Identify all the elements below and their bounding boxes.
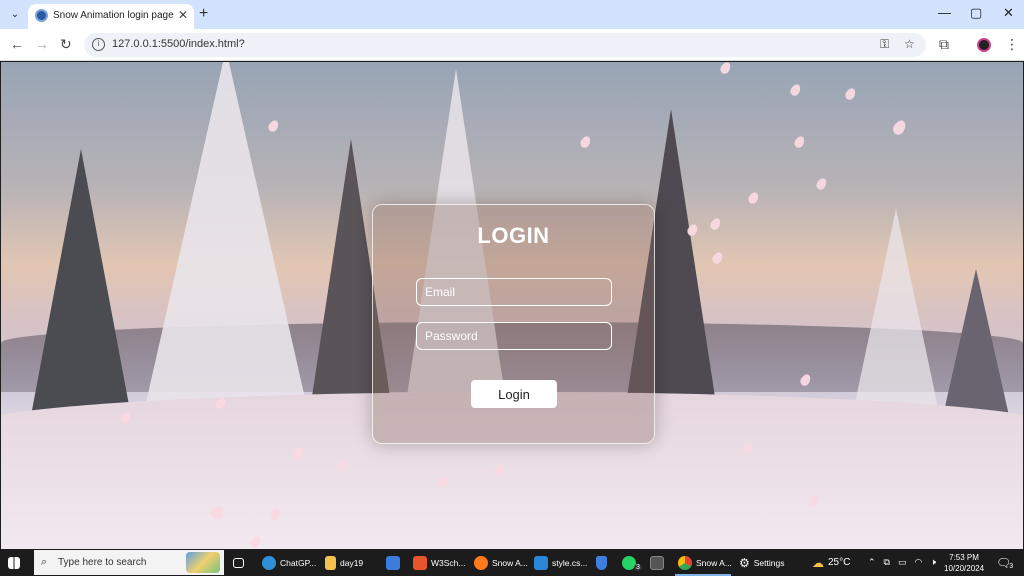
clock-date: 10/20/2024 [944, 564, 985, 573]
windows-logo-icon [8, 556, 20, 569]
falling-petal [578, 134, 593, 150]
whatsapp-badge: 3 [634, 564, 642, 571]
page-viewport: LOGIN Login [1, 62, 1023, 549]
clock-time: 7:53 PM [949, 553, 979, 562]
falling-petal [746, 190, 761, 206]
close-window-button[interactable]: ✕ [1003, 5, 1014, 21]
browser-menu-icon[interactable]: ⋮ [1005, 36, 1019, 53]
taskbar-app-chrome[interactable]: Snow A... [678, 549, 732, 576]
network-icon[interactable]: ⧉ [884, 557, 890, 568]
extensions-icon[interactable]: ⧉ [939, 36, 949, 53]
search-icon: ⌕ [41, 556, 48, 568]
taskbar-clock[interactable]: 7:53 PM 10/20/2024 [944, 552, 984, 574]
minimize-button[interactable]: — [938, 5, 951, 20]
site-info-icon[interactable]: i [92, 38, 105, 51]
brave-icon [413, 555, 427, 570]
system-tray[interactable]: ⌃ ⧉ ▭ ◠ 🕨 [868, 549, 936, 576]
start-button[interactable] [8, 549, 20, 576]
taskbar-app-label: day19 [340, 557, 364, 568]
url-text: 127.0.0.1:5500/index.html? [112, 38, 245, 50]
login-title: LOGIN [477, 223, 550, 248]
windows-taskbar: ⌕ Type here to search ChatGP... day19 W3… [0, 549, 1024, 576]
email-field[interactable] [416, 278, 612, 306]
taskbar-app-firefox[interactable]: Snow A... [474, 549, 528, 576]
chevron-up-icon[interactable]: ⌃ [868, 557, 876, 568]
tab-search-dropdown[interactable]: ⌄ [6, 6, 24, 24]
taskbar-app-label: style.cs... [552, 557, 588, 568]
taskbar-app-edge[interactable]: ChatGP... [262, 549, 316, 576]
taskbar-app-label: Snow A... [696, 557, 732, 568]
browser-toolbar: ← → ↻ i 127.0.0.1:5500/index.html? ⚿ ☆ ⧉… [0, 29, 1024, 61]
falling-petal [814, 176, 829, 192]
vscode-icon [534, 555, 548, 570]
weather-temperature: 25°C [828, 557, 851, 568]
active-tab[interactable]: Snow Animation login page ✕ [28, 4, 194, 29]
terminal-icon [650, 555, 664, 570]
weather-cloud-icon: ☁ [812, 555, 824, 570]
favicon-icon [35, 9, 48, 22]
login-form-card: LOGIN Login [372, 204, 655, 444]
chrome-icon [678, 555, 692, 570]
bookmark-star-icon[interactable]: ☆ [904, 37, 915, 51]
store-icon [386, 555, 400, 570]
taskbar-app-label: Settings [753, 557, 785, 568]
search-placeholder: Type here to search [58, 557, 147, 568]
tab-title: Snow Animation login page [53, 10, 174, 21]
taskbar-app-store[interactable] [386, 549, 400, 576]
wifi-icon[interactable]: ◠ [915, 557, 923, 568]
forward-button[interactable]: → [35, 36, 49, 52]
login-button[interactable]: Login [471, 380, 557, 408]
tab-bar: ⌄ Snow Animation login page ✕ + — ▢ ✕ [0, 0, 1024, 29]
weather-widget[interactable]: ☁ 25°C [812, 549, 850, 576]
address-bar[interactable]: i 127.0.0.1:5500/index.html? ⚿ ☆ [84, 33, 926, 57]
notification-count: 3 [1009, 563, 1014, 570]
search-highlight-image [186, 552, 220, 573]
falling-petal [843, 86, 858, 102]
task-view-icon [233, 557, 244, 568]
password-key-icon[interactable]: ⚿ [880, 37, 889, 52]
close-tab-icon[interactable]: ✕ [178, 8, 188, 22]
reload-button[interactable]: ↻ [60, 36, 72, 53]
taskbar-app-label: Snow A... [492, 557, 528, 568]
battery-icon[interactable]: ▭ [898, 557, 907, 568]
firefox-icon [474, 555, 488, 570]
task-view-button[interactable] [233, 549, 244, 576]
edge-icon [262, 555, 276, 570]
taskbar-app-brave[interactable]: W3Sch... [413, 549, 465, 576]
taskbar-app-settings[interactable]: ⚙ Settings [739, 549, 784, 576]
taskbar-app-whatsapp[interactable]: 3 [622, 549, 642, 576]
taskbar-app-terminal[interactable] [650, 549, 664, 576]
volume-icon[interactable]: 🕨 [930, 557, 936, 568]
profile-avatar[interactable] [977, 38, 991, 52]
falling-petal [788, 82, 803, 98]
new-tab-button[interactable]: + [199, 5, 208, 23]
falling-petal [792, 134, 807, 150]
taskbar-app-label: ChatGP... [280, 557, 317, 568]
taskbar-app-explorer[interactable]: day19 [325, 549, 363, 576]
gear-icon: ⚙ [739, 555, 750, 570]
taskbar-app-defender[interactable] [596, 549, 607, 576]
falling-petal [890, 118, 909, 137]
falling-petal [718, 62, 733, 76]
notification-center-button[interactable]: 🗨 3 [996, 549, 1013, 576]
password-field[interactable] [416, 322, 612, 350]
taskbar-search[interactable]: ⌕ Type here to search [34, 550, 224, 575]
taskbar-app-label: W3Sch... [431, 557, 466, 568]
shield-icon [596, 555, 607, 570]
folder-icon [325, 555, 336, 570]
taskbar-app-vscode[interactable]: style.cs... [534, 549, 587, 576]
back-button[interactable]: ← [10, 36, 24, 52]
maximize-button[interactable]: ▢ [970, 5, 982, 21]
